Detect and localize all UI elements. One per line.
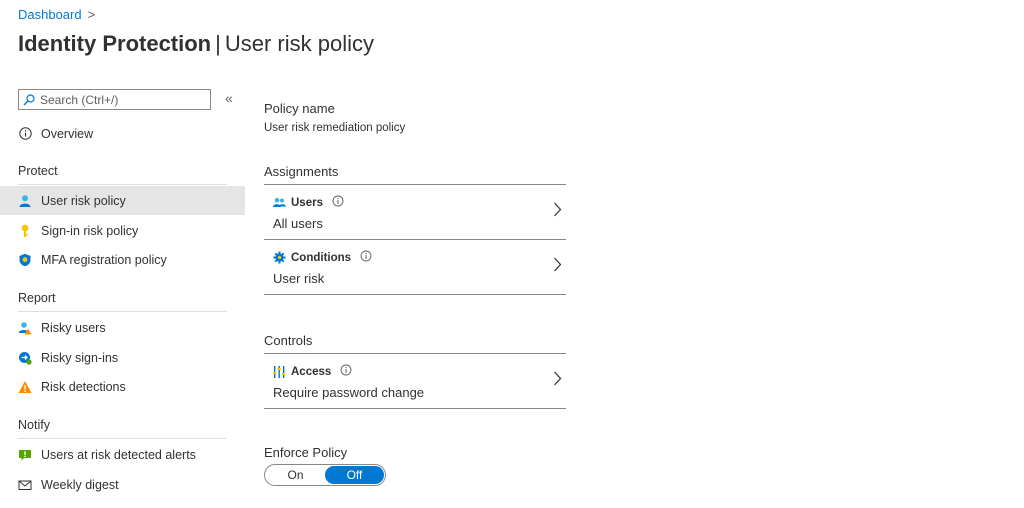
chevron-right-icon <box>554 257 562 272</box>
sidebar-item-mfa-registration-policy[interactable]: MFA registration policy <box>0 245 245 274</box>
sidebar-item-label: User risk policy <box>41 193 126 208</box>
users-assignment-row[interactable]: Users All users <box>264 185 566 240</box>
sidebar-item-sign-in-risk-policy[interactable]: Sign-in risk policy <box>0 216 245 245</box>
collapse-sidebar-icon[interactable]: « <box>225 90 233 106</box>
sidebar-item-label: Overview <box>41 126 94 141</box>
breadcrumb-separator: > <box>87 7 96 22</box>
sidebar-item-label: Weekly digest <box>41 477 119 492</box>
page-title-main: Identity Protection <box>18 31 212 56</box>
sidebar-item-users-at-risk-alerts[interactable]: Users at risk detected alerts <box>0 440 245 469</box>
conditions-gear-icon <box>273 251 286 264</box>
breadcrumb: Dashboard > <box>18 7 95 22</box>
users-row-value: All users <box>273 216 323 231</box>
mail-icon <box>18 478 32 492</box>
access-control-row[interactable]: Access Require password change <box>264 354 566 409</box>
sidebar-item-risky-sign-ins[interactable]: Risky sign-ins <box>0 343 245 372</box>
key-icon <box>18 224 32 238</box>
assignments-heading: Assignments <box>264 164 566 185</box>
access-row-value: Require password change <box>273 385 425 400</box>
warning-icon <box>18 380 32 394</box>
search-input[interactable]: Search (Ctrl+/) <box>18 89 211 110</box>
sidebar-item-risk-detections[interactable]: Risk detections <box>0 372 245 401</box>
enforce-policy-label: Enforce Policy <box>264 445 348 460</box>
section-header-notify: Notify <box>18 418 227 439</box>
sidebar-item-label: MFA registration policy <box>41 252 167 267</box>
section-header-protect: Protect <box>18 164 227 185</box>
info-icon[interactable] <box>360 250 372 265</box>
toggle-on-option[interactable]: On <box>266 466 325 484</box>
access-row-title: Access <box>291 365 332 378</box>
alert-message-icon <box>18 448 32 462</box>
users-group-icon <box>273 197 286 209</box>
search-placeholder: Search (Ctrl+/) <box>40 92 119 107</box>
info-icon[interactable] <box>332 195 344 210</box>
policy-name-value: User risk remediation policy <box>264 122 406 134</box>
chevron-right-icon <box>554 371 562 386</box>
user-icon <box>18 194 32 208</box>
risky-sign-in-icon <box>18 351 32 365</box>
users-row-title: Users <box>291 196 323 209</box>
sidebar-item-label: Risk detections <box>41 379 126 394</box>
page-title-sub: User risk policy <box>224 31 374 56</box>
chevron-right-icon <box>554 202 562 217</box>
access-sliders-icon <box>273 365 286 378</box>
info-icon[interactable] <box>340 364 352 379</box>
shield-icon <box>18 253 32 267</box>
sidebar-item-risky-users[interactable]: Risky users <box>0 313 245 342</box>
sidebar-item-label: Users at risk detected alerts <box>41 447 196 462</box>
search-icon <box>23 93 35 105</box>
conditions-row-title: Conditions <box>291 251 352 264</box>
enforce-policy-toggle[interactable]: On Off <box>264 464 386 486</box>
info-circle-icon <box>18 127 32 141</box>
sidebar-item-user-risk-policy[interactable]: User risk policy <box>0 186 245 215</box>
page-title-separator: | <box>215 31 221 56</box>
breadcrumb-dashboard-link[interactable]: Dashboard <box>18 7 82 22</box>
sidebar-item-label: Risky sign-ins <box>41 350 119 365</box>
sidebar-item-label: Risky users <box>41 320 106 335</box>
toggle-off-option[interactable]: Off <box>325 466 384 484</box>
sidebar-item-label: Sign-in risk policy <box>41 223 139 238</box>
sidebar-item-overview[interactable]: Overview <box>0 119 245 148</box>
policy-name-label: Policy name <box>264 101 335 116</box>
conditions-row-value: User risk <box>273 271 325 286</box>
section-header-report: Report <box>18 291 227 312</box>
risky-user-icon <box>18 321 32 335</box>
sidebar-item-weekly-digest[interactable]: Weekly digest <box>0 470 245 499</box>
conditions-assignment-row[interactable]: Conditions User risk <box>264 240 566 295</box>
controls-heading: Controls <box>264 333 566 354</box>
page-title: Identity Protection | User risk policy <box>18 31 374 57</box>
